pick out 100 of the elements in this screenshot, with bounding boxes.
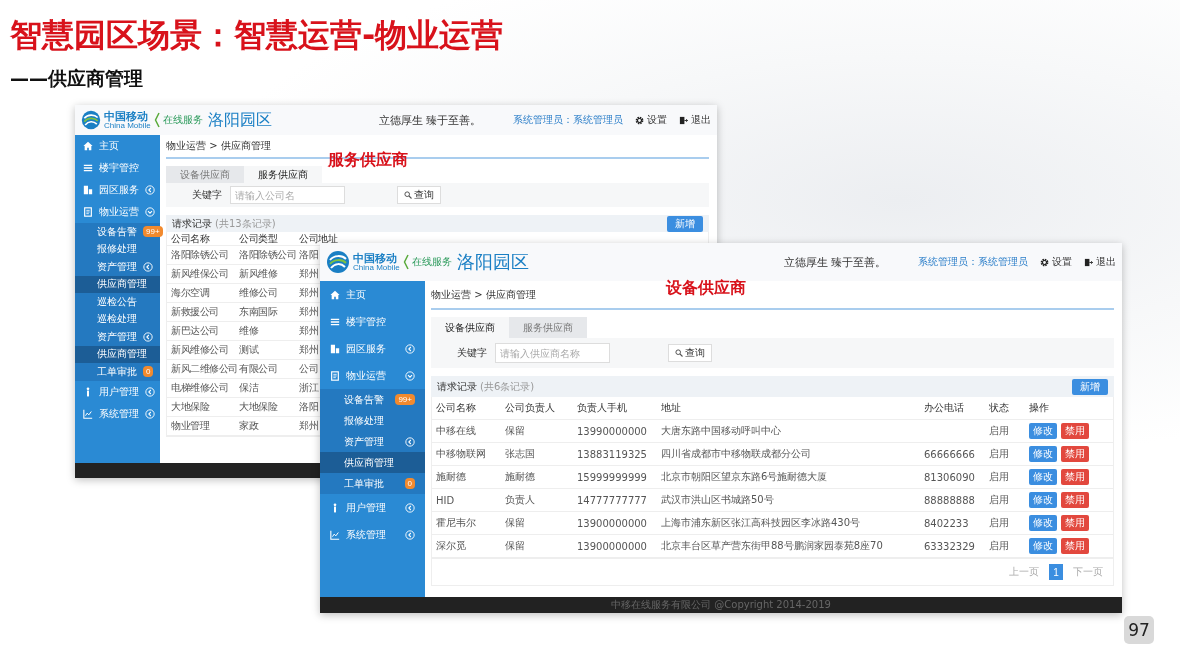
nav-subitem[interactable]: 资产管理 <box>75 258 160 276</box>
search-button[interactable]: 查询 <box>668 344 712 362</box>
table-cell: 郑州 <box>299 305 318 319</box>
add-button[interactable]: 新增 <box>667 215 703 232</box>
search-button[interactable]: 查询 <box>397 186 441 204</box>
brand-subtitle: China Mobile <box>353 263 400 272</box>
nav-item[interactable]: 物业运营 <box>75 201 160 223</box>
table-cell: 浙江 <box>299 381 318 395</box>
nav-subitem[interactable]: 工单审批 0 <box>75 363 160 381</box>
table-cell: 大地保险 <box>239 400 277 414</box>
table-cell: 郑州 <box>299 267 318 281</box>
nav-subitem[interactable]: 供应商管理 <box>320 452 425 473</box>
table-cell: 保留 <box>505 516 525 530</box>
nav-item[interactable]: 楼宇管控 <box>75 157 160 179</box>
disable-button[interactable]: 禁用 <box>1061 446 1089 462</box>
nav-subitem[interactable]: 设备告警 99+ <box>320 389 425 410</box>
nav-subitem[interactable]: 资产管理 <box>75 328 160 346</box>
expand-icon[interactable] <box>145 408 155 419</box>
expand-icon[interactable] <box>405 529 415 540</box>
table-cell: 郑州 <box>299 419 318 433</box>
disable-button[interactable]: 禁用 <box>1061 469 1089 485</box>
collapse-icon[interactable] <box>145 207 155 217</box>
column-header: 办公电话 <box>924 401 964 415</box>
disable-button[interactable]: 禁用 <box>1061 423 1089 439</box>
logout-icon <box>679 115 688 125</box>
nav-subitem[interactable]: 工单审批 0 <box>320 473 425 494</box>
edit-button[interactable]: 修改 <box>1029 515 1057 531</box>
tab[interactable]: 设备供应商 <box>431 317 509 338</box>
edit-button[interactable]: 修改 <box>1029 469 1057 485</box>
nav-subitem[interactable]: 报修处理 <box>320 410 425 431</box>
expand-icon[interactable] <box>143 331 153 342</box>
user-link[interactable]: 系统管理员：系统管理员 <box>513 113 623 127</box>
column-header: 公司负责人 <box>505 401 555 415</box>
expand-icon[interactable] <box>405 436 415 447</box>
table-cell: 81306090 <box>924 471 975 483</box>
search-field[interactable]: 请输入供应商名称 <box>495 343 610 363</box>
disable-button[interactable]: 禁用 <box>1061 515 1089 531</box>
tab[interactable]: 设备供应商 <box>166 166 244 183</box>
table-cell: 13883119325 <box>577 448 647 460</box>
nav-item[interactable]: 园区服务 <box>75 179 160 201</box>
expand-icon[interactable] <box>405 343 415 354</box>
logout-button[interactable]: 退出 <box>1084 255 1116 269</box>
table-cell: 负责人 <box>505 493 535 507</box>
column-header: 公司名称 <box>436 401 476 415</box>
nav-item[interactable]: 用户管理 <box>75 380 160 403</box>
building-icon <box>330 343 340 354</box>
tab[interactable]: 服务供应商 <box>244 166 322 183</box>
nav-item[interactable]: 主页 <box>320 281 425 308</box>
user-link[interactable]: 系统管理员：系统管理员 <box>918 255 1028 269</box>
column-header: 公司名称 <box>171 232 209 246</box>
nav-subitem[interactable]: 设备告警 99+ <box>75 223 160 241</box>
table-cell: 测试 <box>239 343 258 357</box>
add-button[interactable]: 新增 <box>1072 378 1108 395</box>
disable-button[interactable]: 禁用 <box>1061 492 1089 508</box>
table-cell: 东南国际 <box>239 305 277 319</box>
record-count: (共6条记录) <box>480 379 535 394</box>
collapse-icon[interactable] <box>405 370 415 381</box>
nav-item[interactable]: 楼宇管控 <box>320 308 425 335</box>
brand-subtitle: China Mobile <box>104 121 151 130</box>
chart-icon <box>330 529 340 540</box>
edit-button[interactable]: 修改 <box>1029 538 1057 554</box>
search-field[interactable]: 请输入公司名 <box>230 186 345 204</box>
table-cell: 启用 <box>989 493 1009 507</box>
search-icon <box>404 191 412 199</box>
expand-icon[interactable] <box>145 185 155 195</box>
nav-item[interactable]: 物业运营 <box>320 362 425 389</box>
slogan-text: 立德厚生 臻于至善。 <box>783 254 886 270</box>
expand-icon[interactable] <box>405 502 415 513</box>
home-icon <box>330 289 340 300</box>
table-cell: 13900000000 <box>577 517 647 529</box>
logout-button[interactable]: 退出 <box>679 113 711 127</box>
nav-item[interactable]: 用户管理 <box>320 494 425 521</box>
settings-button[interactable]: 设置 <box>1040 255 1072 269</box>
disable-button[interactable]: 禁用 <box>1061 538 1089 554</box>
edit-button[interactable]: 修改 <box>1029 423 1057 439</box>
tab[interactable]: 服务供应商 <box>509 317 587 338</box>
table-cell: 启用 <box>989 516 1009 530</box>
table-cell: 深尔觅 <box>436 539 466 553</box>
table-cell: 施耐德 <box>436 470 466 484</box>
slogan-text: 立德厚生 臻于至善。 <box>378 112 481 128</box>
expand-icon[interactable] <box>143 261 153 272</box>
column-header: 公司类型 <box>239 232 277 246</box>
page-button[interactable]: 1 <box>1049 564 1063 580</box>
settings-button[interactable]: 设置 <box>635 113 667 127</box>
table-cell: 郑州 <box>299 286 318 300</box>
nav-subitem[interactable]: 巡检公告 <box>75 293 160 311</box>
nav-item[interactable]: 系统管理 <box>75 402 160 425</box>
nav-subitem[interactable]: 资产管理 <box>320 431 425 452</box>
nav-item[interactable]: 主页 <box>75 135 160 157</box>
count-badge: 99+ <box>143 226 163 238</box>
edit-button[interactable]: 修改 <box>1029 446 1057 462</box>
count-badge: 99+ <box>395 394 415 405</box>
nav-item[interactable]: 园区服务 <box>320 335 425 362</box>
nav-item[interactable]: 系统管理 <box>320 521 425 548</box>
record-count: (共13条记录) <box>215 216 276 231</box>
expand-icon[interactable] <box>145 386 155 397</box>
table-cell: 新风二维修公司 <box>171 362 238 376</box>
column-header: 地址 <box>661 401 681 415</box>
edit-button[interactable]: 修改 <box>1029 492 1057 508</box>
table-cell: 保留 <box>505 539 525 553</box>
